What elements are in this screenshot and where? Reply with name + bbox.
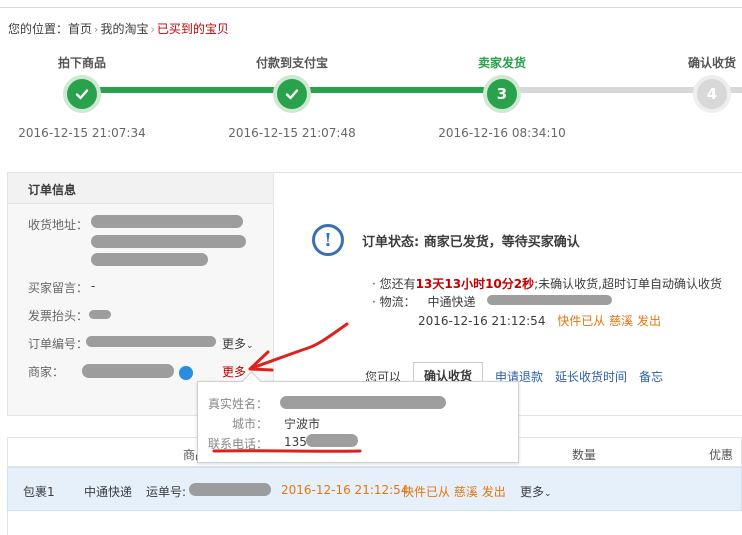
annotation-marks bbox=[212, 322, 362, 453]
annotation-arrow bbox=[250, 322, 349, 370]
annotation-underline bbox=[212, 449, 362, 453]
